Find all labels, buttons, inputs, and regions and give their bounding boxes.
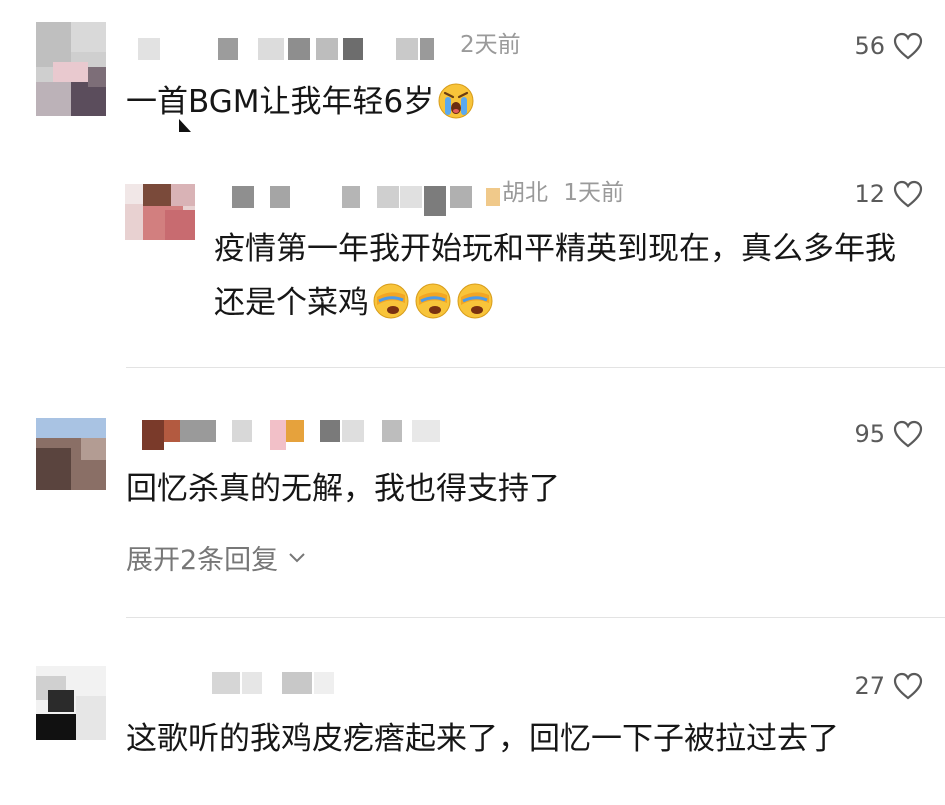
blurred-username[interactable]	[212, 672, 342, 694]
avatar[interactable]	[36, 22, 106, 116]
heart-icon[interactable]	[893, 672, 923, 700]
like-count: 95	[854, 420, 885, 448]
facepalm-crying-icon	[373, 283, 409, 319]
like-count: 12	[854, 180, 885, 208]
avatar[interactable]	[36, 666, 106, 740]
comment-text: 这歌听的我鸡皮疙瘩起来了，回忆一下子被拉过去了	[126, 721, 839, 757]
blurred-username[interactable]	[142, 420, 462, 450]
divider	[126, 367, 945, 368]
crying-face-icon	[438, 83, 474, 119]
cursor-icon	[179, 119, 191, 132]
heart-icon[interactable]	[893, 180, 923, 208]
comment-item: 27 这歌听的我鸡皮疙瘩起来了，回忆一下子被拉过去了	[0, 650, 945, 805]
expand-replies-button[interactable]: 展开2条回复	[126, 538, 306, 577]
comment-item: 2天前 56 一首BGM让我年轻6岁	[0, 0, 945, 160]
avatar[interactable]	[36, 418, 106, 490]
heart-icon[interactable]	[893, 32, 923, 60]
like-control[interactable]: 27	[854, 672, 923, 700]
avatar[interactable]	[125, 184, 195, 240]
chevron-down-icon	[289, 552, 305, 562]
expand-replies-label: 展开2条回复	[126, 545, 279, 576]
like-control[interactable]: 95	[854, 420, 923, 448]
comment-item: 95 回忆杀真的无解，我也得支持了 展开2条回复	[0, 400, 945, 600]
comment-time: 2天前	[460, 32, 521, 58]
heart-icon[interactable]	[893, 420, 923, 448]
divider	[126, 617, 945, 618]
blurred-username[interactable]	[138, 38, 438, 60]
reply-time: 1天前	[563, 180, 624, 206]
comment-text: 回忆杀真的无解，我也得支持了	[126, 471, 560, 507]
like-control[interactable]: 12	[854, 180, 923, 208]
like-count: 56	[854, 32, 885, 60]
like-count: 27	[854, 672, 885, 700]
reply-text: 疫情第一年我开始玩和平精英到现在，真么多年我还是个菜鸡	[214, 231, 896, 321]
blurred-username[interactable]	[232, 186, 492, 216]
emoji-row	[369, 283, 495, 321]
facepalm-crying-icon	[415, 283, 451, 319]
like-control[interactable]: 56	[854, 32, 923, 60]
reply-location: 胡北	[502, 180, 548, 206]
region-badge	[486, 188, 500, 206]
facepalm-crying-icon	[457, 283, 493, 319]
reply-item: 胡北 1天前 12 疫情第一年我开始玩和平精英到现在，真么多年我还是个菜鸡	[0, 170, 945, 360]
